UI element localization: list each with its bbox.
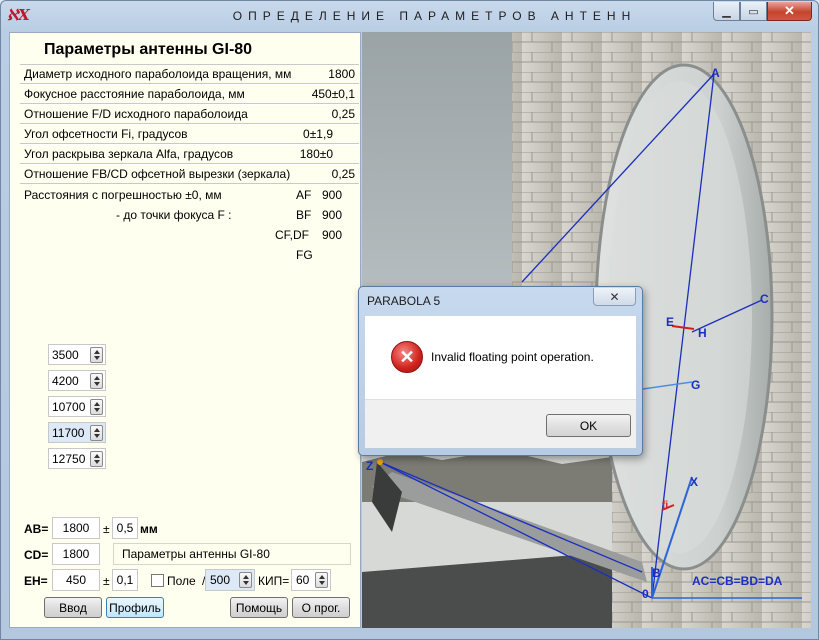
param-label: Диаметр исходного параболоида вращения, …: [24, 67, 292, 81]
fi-angle-label: fi: [662, 500, 668, 511]
distance-value-af: 900: [322, 188, 343, 202]
error-dialog: PARABOLA 5 ✕ ✕ Invalid floating point op…: [358, 286, 643, 456]
frequency-spinner-11700[interactable]: 11700: [48, 422, 106, 443]
plus-minus-sign: ±: [103, 522, 110, 536]
eh-label: EH=: [24, 574, 48, 588]
title-bar[interactable]: ℵX ОПРЕДЕЛЕНИЕ ПАРАМЕТРОВ АНТЕНН ▁ ▭ ✕: [1, 1, 818, 31]
param-label: Отношение F/D исходного параболоида: [24, 107, 248, 121]
input-button[interactable]: Ввод: [44, 597, 102, 618]
window-title: ОПРЕДЕЛЕНИЕ ПАРАМЕТРОВ АНТЕНН: [232, 9, 637, 23]
param-row-aperture-angle: Угол раскрыва зеркала Alfa, градусов 180…: [20, 144, 359, 164]
param-row-fb-cd: Отношение FB/CD офсетной вырезки (зеркал…: [20, 164, 359, 184]
eh-input[interactable]: 450: [52, 569, 100, 591]
param-label: Угол офсетности Fi, градусов: [24, 127, 188, 141]
field-spinner-value: 500: [210, 573, 231, 587]
window-controls: ▁ ▭ ✕: [713, 2, 812, 21]
point-b-label: B: [652, 566, 661, 580]
ab-label: AB=: [24, 522, 49, 536]
param-row-fd-ratio: Отношение F/D исходного параболоида 0,25: [20, 104, 359, 124]
param-value: 0,25: [331, 167, 355, 181]
equality-label: AC=CB=BD=DA: [692, 574, 783, 588]
dialog-close-button[interactable]: ✕: [593, 288, 636, 306]
distance-label-cfdf: CF,DF: [275, 228, 309, 242]
point-z-label: Z: [366, 459, 373, 473]
point-a-label: A: [711, 66, 720, 80]
parameters-panel: Параметры антенны GI-80 Диаметр исходног…: [9, 32, 361, 628]
param-row-offset-angle: Угол офсетности Fi, градусов 0±1,9: [20, 124, 359, 144]
ab-tolerance-input[interactable]: 0,5: [112, 517, 138, 539]
param-label: Отношение FB/CD офсетной вырезки (зеркал…: [24, 167, 291, 181]
point-e-label: E: [666, 315, 674, 329]
antenna-name-field[interactable]: Параметры антенны GI-80: [113, 543, 351, 565]
close-button[interactable]: ✕: [767, 2, 812, 21]
distance-label-fg: FG: [296, 248, 313, 262]
spin-arrows-icon[interactable]: [90, 399, 103, 415]
param-value: 180±0: [299, 147, 333, 161]
distance-label-af: AF: [296, 188, 312, 202]
distances-subtitle: - до точки фокуса F :: [116, 208, 232, 222]
dialog-title: PARABOLA 5: [367, 294, 441, 308]
spin-arrows-icon[interactable]: [90, 373, 103, 389]
kip-label: КИП=: [258, 574, 290, 588]
kip-spinner-value: 60: [296, 573, 310, 587]
distance-value-cfdf: 900: [322, 228, 343, 242]
cd-label: CD=: [24, 548, 49, 562]
distance-value-bf: 900: [322, 208, 343, 222]
about-button[interactable]: О прог.: [292, 597, 350, 618]
ab-input[interactable]: 1800: [52, 517, 100, 539]
param-label: Угол раскрыва зеркала Alfa, градусов: [24, 147, 234, 161]
frequency-spinner-4200[interactable]: 4200: [48, 370, 106, 391]
spin-arrows-icon[interactable]: [90, 347, 103, 363]
frequency-value: 10700: [52, 400, 86, 414]
spin-arrows-icon[interactable]: [90, 425, 103, 441]
mm-unit-label: мм: [140, 522, 158, 536]
param-row-focal: Фокусное расстояние параболоида, мм 450±…: [20, 84, 359, 104]
field-spinner[interactable]: 500: [205, 569, 255, 591]
origin-label: 0: [642, 587, 649, 601]
field-checkbox-label: Поле: [167, 574, 196, 588]
plus-minus-sign: ±: [103, 574, 110, 588]
spin-arrows-icon[interactable]: [90, 451, 103, 467]
eh-tolerance-input[interactable]: 0,1: [112, 569, 138, 591]
error-icon: ✕: [391, 341, 423, 373]
dialog-message: Invalid floating point operation.: [431, 350, 594, 364]
maximize-button[interactable]: ▭: [740, 2, 767, 21]
distance-label-bf: BF: [296, 208, 312, 222]
param-value: 450±0,1: [311, 87, 355, 101]
point-c-label: C: [760, 292, 769, 306]
distances-title: Расстояния с погрешностью ±0, мм: [24, 188, 222, 202]
profile-button[interactable]: Профиль: [106, 597, 164, 618]
distances-block: Расстояния с погрешностью ±0, мм AF 900 …: [24, 186, 354, 266]
spin-arrows-icon[interactable]: [315, 572, 328, 588]
param-value: 0±1,9: [303, 127, 333, 141]
dialog-body: ✕ Invalid floating point operation.: [365, 316, 636, 399]
dialog-footer: OK: [365, 399, 636, 448]
param-row-diameter: Диаметр исходного параболоида вращения, …: [20, 64, 359, 84]
parameters-table: Диаметр исходного параболоида вращения, …: [20, 64, 359, 184]
frequency-value: 11700: [52, 426, 85, 440]
axis-x-label: X: [690, 475, 698, 489]
param-label: Фокусное расстояние параболоида, мм: [24, 87, 245, 101]
point-h-label: H: [698, 326, 707, 340]
minimize-button[interactable]: ▁: [713, 2, 740, 21]
spin-arrows-icon[interactable]: [239, 572, 252, 588]
frequency-value: 3500: [52, 348, 79, 362]
frequency-value: 12750: [52, 452, 86, 466]
ok-button[interactable]: OK: [546, 414, 631, 437]
main-window: ℵX ОПРЕДЕЛЕНИЕ ПАРАМЕТРОВ АНТЕНН ▁ ▭ ✕ П…: [0, 0, 819, 640]
point-g-label: G: [691, 378, 700, 392]
panel-title: Параметры антенны GI-80: [44, 41, 253, 58]
frequency-value: 4200: [52, 374, 79, 388]
frequency-spinner-12750[interactable]: 12750: [48, 448, 106, 469]
frequency-spinner-10700[interactable]: 10700: [48, 396, 106, 417]
frequency-spinner-3500[interactable]: 3500: [48, 344, 106, 365]
help-button[interactable]: Помощь: [230, 597, 288, 618]
param-value: 1800: [328, 67, 355, 81]
cd-input[interactable]: 1800: [52, 543, 100, 565]
field-checkbox[interactable]: [151, 574, 164, 587]
kip-spinner[interactable]: 60: [291, 569, 331, 591]
param-value: 0,25: [331, 107, 355, 121]
